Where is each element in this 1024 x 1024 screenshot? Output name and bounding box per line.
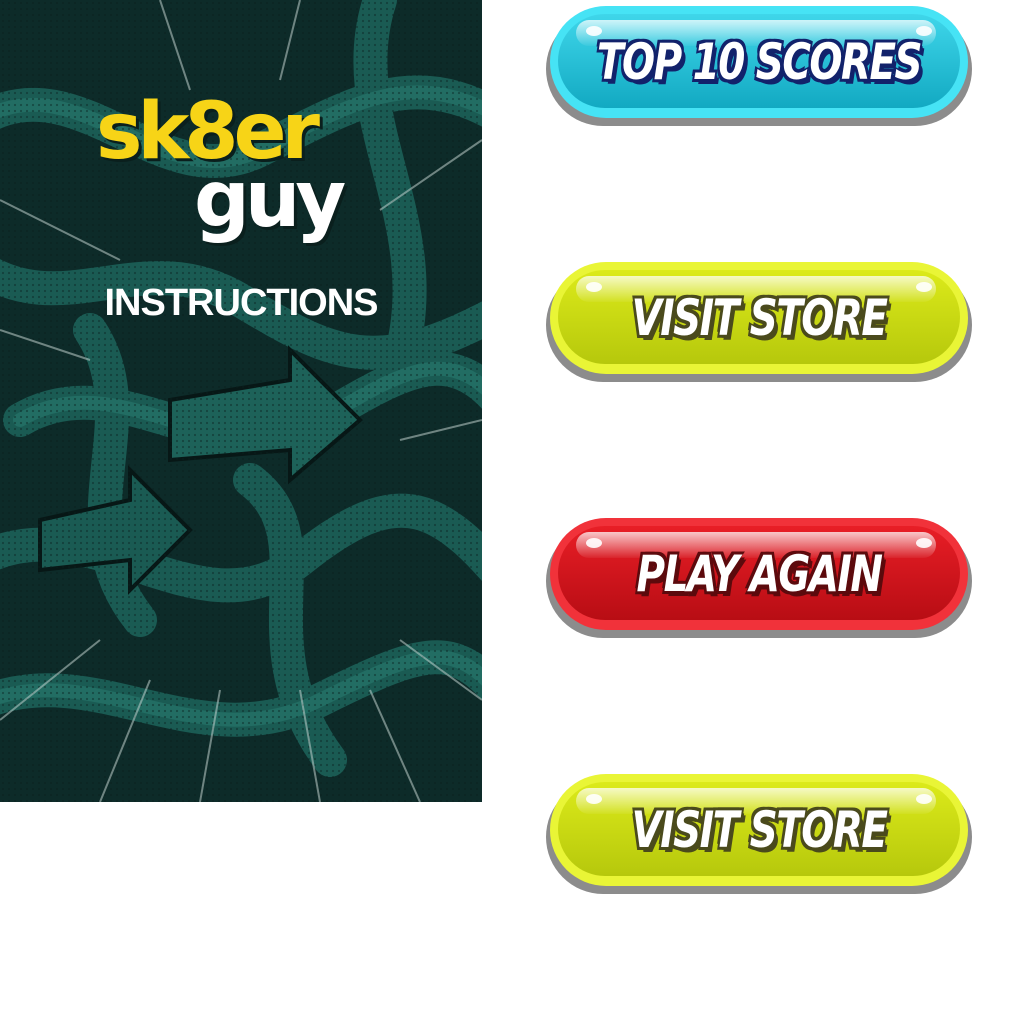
button-label: TOP 10 SCORES	[596, 33, 923, 91]
play-again-button[interactable]: PLAY AGAIN	[546, 518, 972, 638]
visit-store-button-2[interactable]: VISIT STORE	[546, 774, 972, 894]
button-label: PLAY AGAIN	[636, 545, 883, 603]
button-label: VISIT STORE	[631, 801, 888, 859]
logo-line-2: guy	[194, 155, 346, 245]
button-label: VISIT STORE	[631, 289, 888, 347]
sk8er-guy-logo: sk8er guy	[96, 92, 396, 252]
game-title-panel: sk8er guy INSTRUCTIONS	[0, 0, 482, 802]
visit-store-button[interactable]: VISIT STORE	[546, 262, 972, 382]
instructions-link[interactable]: INSTRUCTIONS	[0, 282, 482, 325]
game-screen: sk8er guy INSTRUCTIONS TOP 10 SCORES VIS…	[0, 0, 1024, 1024]
top-10-scores-button[interactable]: TOP 10 SCORES	[546, 6, 972, 126]
